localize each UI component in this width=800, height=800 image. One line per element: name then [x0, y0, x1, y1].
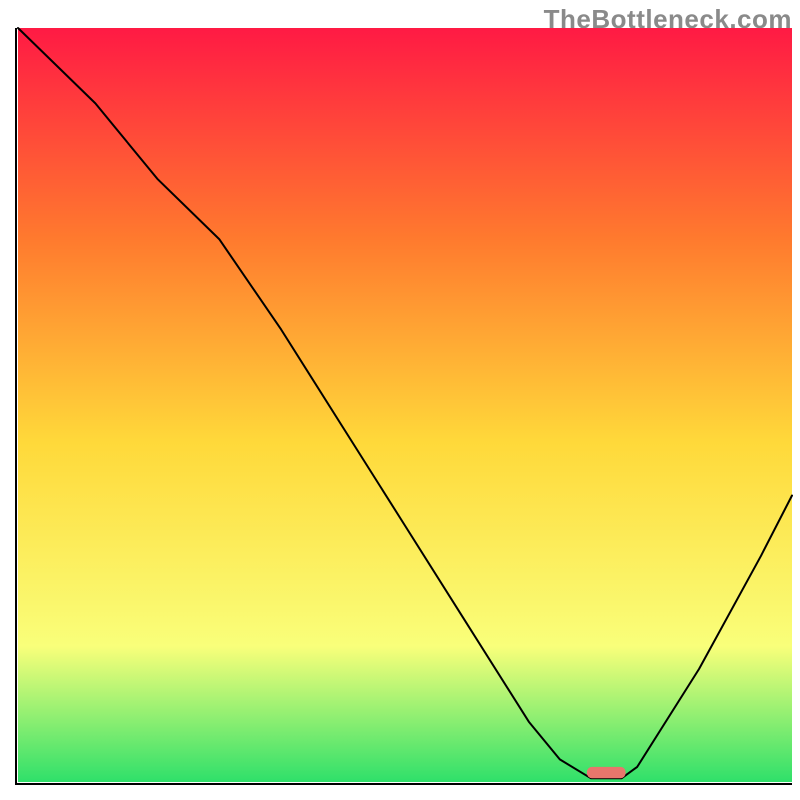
bottleneck-chart: [0, 0, 800, 800]
chart-frame: TheBottleneck.com: [0, 0, 800, 800]
plot-background: [18, 28, 792, 782]
optimal-marker: [587, 767, 626, 778]
